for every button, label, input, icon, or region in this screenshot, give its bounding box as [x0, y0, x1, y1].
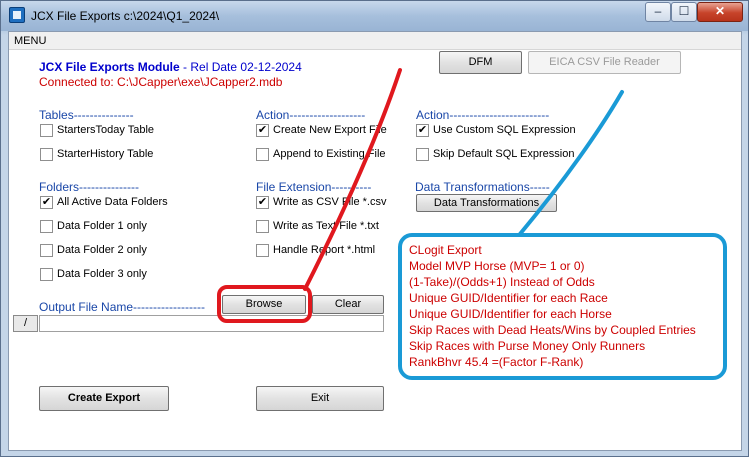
checkbox-box[interactable]: ✔: [40, 196, 53, 209]
app-icon: [9, 7, 25, 23]
window-title: JCX File Exports c:\2024\Q1_2024\: [31, 9, 220, 23]
checkbox-label: Data Folder 3 only: [57, 268, 147, 280]
create-export-button[interactable]: Create Export: [39, 386, 169, 411]
folders-heading: Folders---------------: [39, 180, 139, 194]
checkbox-label: Write as CSV File *.csv: [273, 196, 387, 208]
output-file-name-heading: Output File Name------------------: [39, 300, 205, 314]
clear-button[interactable]: Clear: [312, 295, 384, 314]
client-area: MENU JCX File Exports Module - Rel Date …: [8, 31, 742, 451]
dfm-button[interactable]: DFM: [439, 51, 522, 74]
checkbox-label: Skip Default SQL Expression: [433, 148, 575, 160]
info-line: Model MVP Horse (MVP= 1 or 0): [409, 259, 585, 273]
checkbox-box[interactable]: [40, 244, 53, 257]
checkbox-box[interactable]: ✔: [256, 124, 269, 137]
data-transformations-heading: Data Transformations-----: [415, 180, 550, 194]
minimize-button[interactable]: –: [645, 2, 671, 22]
checkbox-label: Use Custom SQL Expression: [433, 124, 576, 136]
close-button[interactable]: ✕: [697, 2, 743, 22]
checkbox-box[interactable]: ✔: [256, 196, 269, 209]
data-transformations-button[interactable]: Data Transformations: [416, 194, 557, 212]
release-date: - Rel Date 02-12-2024: [179, 60, 302, 74]
checkbox-box[interactable]: [40, 220, 53, 233]
checkbox-box[interactable]: [40, 268, 53, 281]
checkbox-label: Data Folder 1 only: [57, 220, 147, 232]
maximize-button[interactable]: ☐: [671, 2, 697, 22]
info-line: CLogit Export: [409, 243, 482, 257]
title-bar[interactable]: JCX File Exports c:\2024\Q1_2024\ – ☐ ✕: [1, 1, 748, 31]
checkbox-label: All Active Data Folders: [57, 196, 168, 208]
tables-heading: Tables---------------: [39, 108, 134, 122]
connection-status: Connected to: C:\JCapper\exe\JCapper2.md…: [39, 75, 283, 89]
menu-item[interactable]: MENU: [14, 35, 46, 47]
info-line: Unique GUID/Identifier for each Horse: [409, 307, 612, 321]
checkbox-box[interactable]: ✔: [416, 124, 429, 137]
browse-button[interactable]: Browse: [222, 295, 306, 314]
checkbox-box[interactable]: [256, 244, 269, 257]
checkbox-box[interactable]: [256, 148, 269, 161]
checkbox-label: Create New Export File: [273, 124, 387, 136]
action-heading: Action-------------------: [256, 108, 366, 122]
info-line: Skip Races with Dead Heats/Wins by Coupl…: [409, 323, 696, 337]
info-line: RankBhvr 45.4 =(Factor F-Rank): [409, 355, 584, 369]
file-extension-heading: File Extension----------: [256, 180, 372, 194]
module-title: JCX File Exports Module - Rel Date 02-12…: [39, 60, 302, 74]
export-settings-info: CLogit Export Model MVP Horse (MVP= 1 or…: [401, 237, 730, 380]
exit-button[interactable]: Exit: [256, 386, 384, 411]
eica-csv-reader-button[interactable]: EICA CSV File Reader: [528, 51, 681, 74]
checkbox-label: Data Folder 2 only: [57, 244, 147, 256]
menu-bar: MENU: [9, 32, 741, 50]
checkbox-box[interactable]: [256, 220, 269, 233]
checkbox-label: Write as Text File *.txt: [273, 220, 379, 232]
info-line: (1-Take)/(Odds+1) Instead of Odds: [409, 275, 595, 289]
checkbox-box[interactable]: [40, 148, 53, 161]
module-name: JCX File Exports Module: [39, 60, 180, 74]
app-window: JCX File Exports c:\2024\Q1_2024\ – ☐ ✕ …: [0, 0, 749, 457]
info-line: Skip Races with Purse Money Only Runners: [409, 339, 646, 353]
checkbox-label: StartersToday Table: [57, 124, 155, 136]
path-slash-button[interactable]: /: [13, 315, 38, 332]
sql-action-heading: Action-------------------------: [416, 108, 550, 122]
checkbox-box[interactable]: [40, 124, 53, 137]
checkbox-label: Append to Existing File: [273, 148, 386, 160]
checkbox-label: StarterHistory Table: [57, 148, 154, 160]
output-file-name-input[interactable]: [39, 315, 384, 332]
info-line: Unique GUID/Identifier for each Race: [409, 291, 608, 305]
checkbox-label: Handle Report *.html: [273, 244, 376, 256]
checkbox-box[interactable]: [416, 148, 429, 161]
